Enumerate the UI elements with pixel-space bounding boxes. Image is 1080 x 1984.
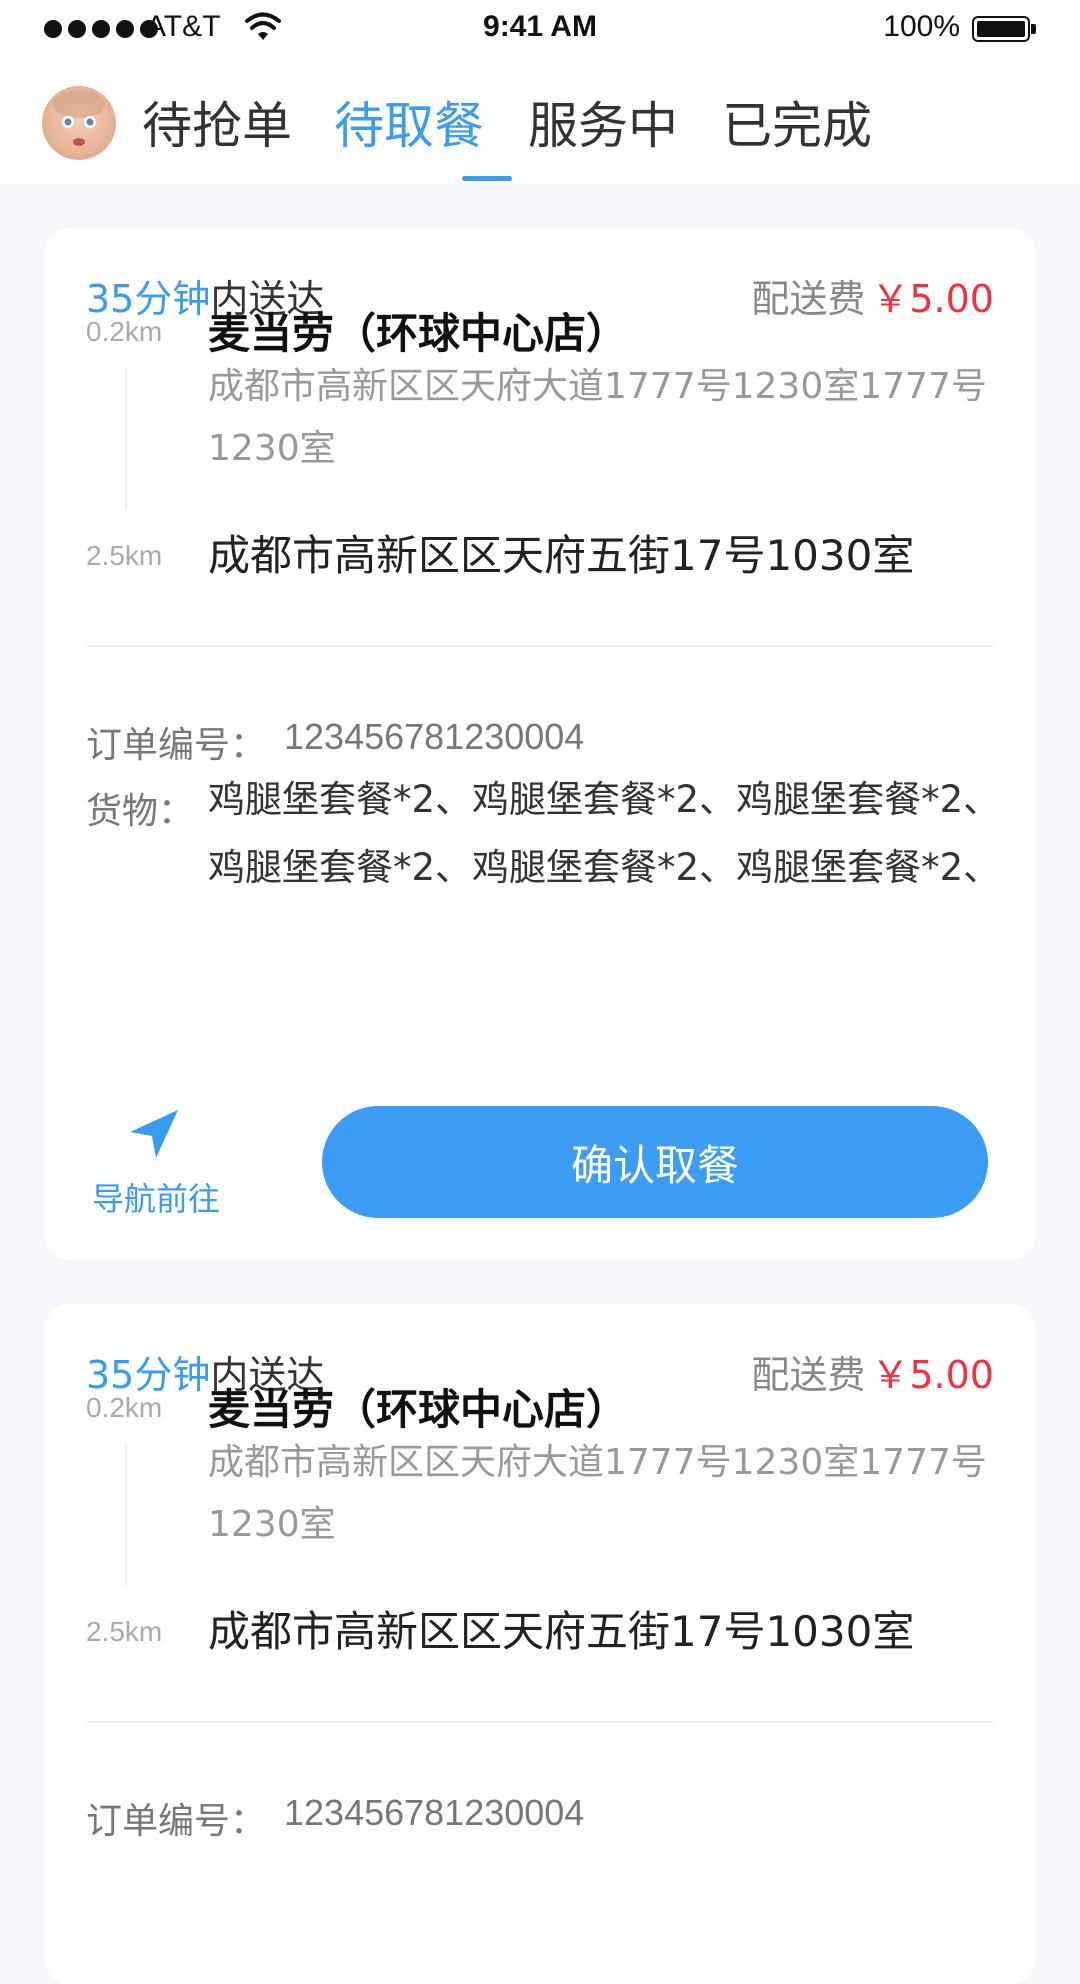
- tab-pending-grab[interactable]: 待抢单: [142, 86, 292, 158]
- shop-name: 麦当劳（环球中心店）: [208, 1385, 629, 1434]
- battery-icon: [972, 16, 1030, 42]
- route-connector: [125, 368, 127, 510]
- order-number: 123456781230004: [284, 716, 585, 757]
- tab-header: 待抢单 待取餐 服务中 已完成: [0, 56, 1080, 184]
- goods-list: 鸡腿堡套餐*2、鸡腿堡套餐*2、鸡腿堡套餐*2、鸡腿堡套餐*2、鸡腿堡套餐*2、…: [208, 778, 1001, 889]
- delivery-fee: 配送费 ￥5.00: [751, 1344, 994, 1399]
- dropoff-address: 成都市高新区区天府五街17号1030室: [208, 1607, 915, 1656]
- shop-address: 成都市高新区区天府大道1777号1230室1777号1230室: [208, 366, 987, 469]
- dropoff-distance: 2.5km: [86, 1616, 163, 1647]
- order-number: 123456781230004: [284, 1792, 585, 1833]
- avatar[interactable]: [42, 86, 116, 160]
- tab-pending-pickup[interactable]: 待取餐: [334, 86, 484, 158]
- eta-time: 35分钟: [86, 277, 211, 321]
- navigation-arrow-icon: [130, 1110, 178, 1158]
- fee-amount: ￥5.00: [871, 277, 994, 321]
- pickup-distance: 0.2km: [86, 1392, 163, 1423]
- shop-address: 成都市高新区区天府大道1777号1230室1777号1230室: [208, 1442, 987, 1545]
- dropoff-distance: 2.5km: [86, 540, 163, 571]
- divider: [86, 1721, 994, 1723]
- delivery-fee: 配送费 ￥5.00: [751, 268, 994, 323]
- fee-amount: ￥5.00: [871, 1353, 994, 1397]
- battery-percentage: 100%: [883, 10, 960, 43]
- goods-label: 货物：: [86, 791, 195, 832]
- fee-label: 配送费: [751, 277, 866, 321]
- status-bar: AT&T 9:41 AM 100%: [0, 0, 1080, 56]
- eta-time: 35分钟: [86, 1353, 211, 1397]
- fee-label: 配送费: [751, 1353, 866, 1397]
- tab-in-service[interactable]: 服务中: [528, 86, 678, 158]
- route-connector: [125, 1444, 127, 1586]
- order-number-label: 订单编号：: [86, 725, 267, 766]
- navigate-button[interactable]: 导航前往: [86, 1108, 226, 1218]
- dropoff-address: 成都市高新区区天府五街17号1030室: [208, 531, 915, 580]
- pickup-distance: 0.2km: [86, 316, 163, 347]
- divider: [86, 645, 994, 647]
- order-card[interactable]: 35分钟内送达 配送费 ￥5.00 0.2km 麦当劳（环球中心店） 成都市高新区…: [44, 1304, 1036, 1984]
- avatar-face-image: [53, 90, 105, 146]
- confirm-pickup-button[interactable]: 确认取餐: [322, 1106, 988, 1218]
- active-tab-indicator: [462, 176, 512, 181]
- order-card[interactable]: 35分钟内送达 配送费 ￥5.00 0.2km 麦当劳（环球中心店） 成都市高新区…: [44, 228, 1036, 1260]
- navigate-label: 导航前往: [91, 1180, 220, 1218]
- order-number-label: 订单编号：: [86, 1801, 267, 1842]
- tab-completed[interactable]: 已完成: [722, 86, 872, 158]
- battery-cap: [1031, 24, 1036, 34]
- shop-name: 麦当劳（环球中心店）: [208, 309, 629, 358]
